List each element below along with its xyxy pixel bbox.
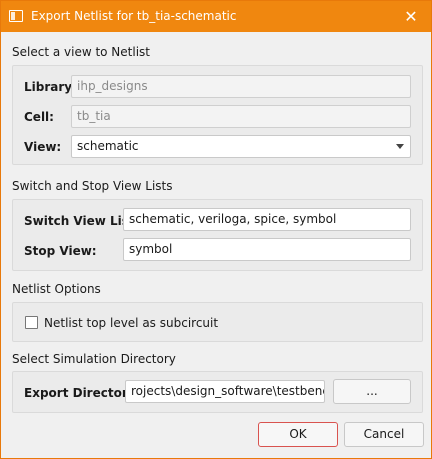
ok-button[interactable]: OK: [258, 422, 338, 447]
window-icon: [9, 10, 23, 22]
view-section-title: Select a view to Netlist: [12, 45, 150, 59]
subcircuit-checkbox[interactable]: [25, 316, 38, 329]
chevron-down-icon: [396, 144, 404, 149]
view-label: View:: [24, 140, 62, 154]
options-section-title: Netlist Options: [12, 282, 101, 296]
dir-group: Export Directory: rojects\design_softwar…: [12, 371, 423, 413]
switch-view-input[interactable]: schematic, veriloga, spice, symbol: [123, 208, 411, 231]
browse-button[interactable]: ...: [333, 379, 411, 404]
export-dir-label: Export Directory:: [24, 386, 141, 400]
window-title: Export Netlist for tb_tia-schematic: [31, 9, 237, 23]
dir-section-title: Select Simulation Directory: [12, 352, 176, 366]
lists-section-title: Switch and Stop View Lists: [12, 179, 173, 193]
title-bar[interactable]: Export Netlist for tb_tia-schematic ✕: [1, 1, 431, 32]
stop-view-label: Stop View:: [24, 244, 97, 258]
cell-field: tb_tia: [71, 105, 411, 128]
subcircuit-label[interactable]: Netlist top level as subcircuit: [44, 316, 218, 330]
stop-view-input[interactable]: symbol: [123, 238, 411, 261]
library-field: ihp_designs: [71, 75, 411, 98]
view-group: Library: ihp_designs Cell: tb_tia View: …: [12, 65, 423, 165]
library-label: Library:: [24, 80, 77, 94]
cancel-button[interactable]: Cancel: [344, 422, 424, 447]
export-netlist-dialog: Export Netlist for tb_tia-schematic ✕ Se…: [0, 0, 432, 459]
view-select-value: schematic: [77, 139, 139, 153]
close-icon[interactable]: ✕: [391, 1, 431, 32]
cell-label: Cell:: [24, 110, 54, 124]
options-group: Netlist top level as subcircuit: [12, 302, 423, 342]
export-dir-input[interactable]: rojects\design_software\testbenches: [125, 380, 325, 403]
lists-group: Switch View List: schematic, veriloga, s…: [12, 199, 423, 271]
view-select[interactable]: schematic: [71, 135, 411, 158]
